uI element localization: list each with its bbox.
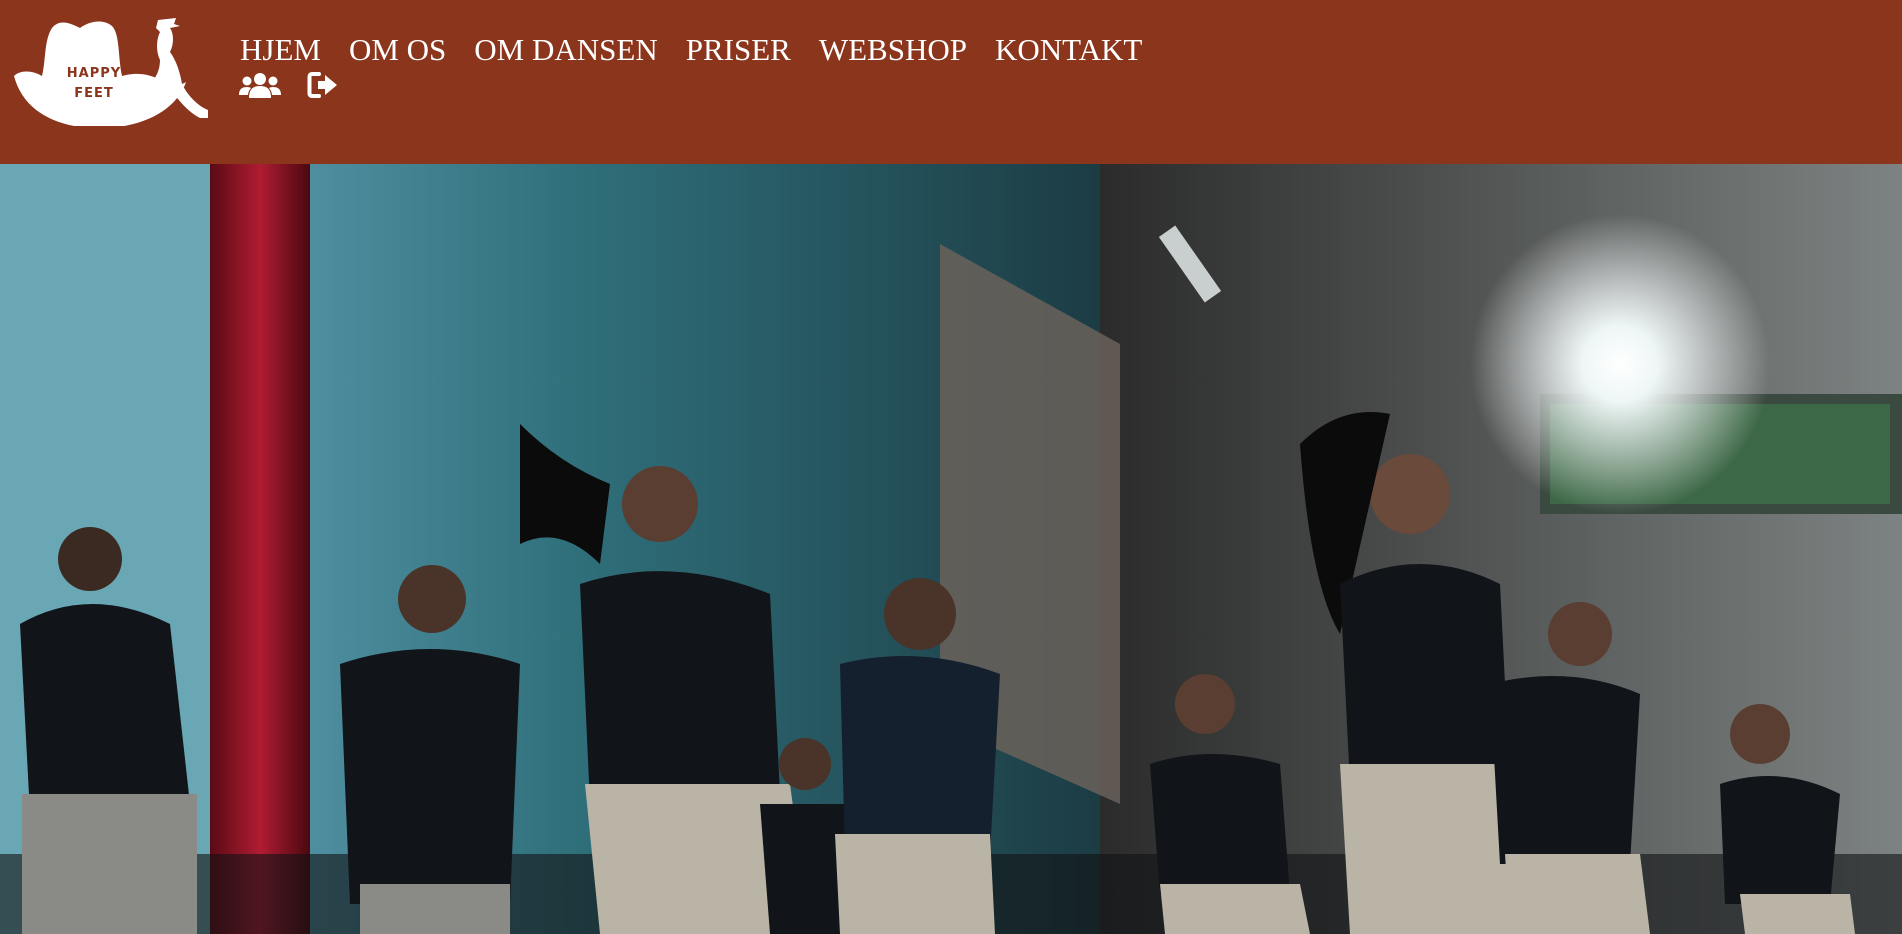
members-button[interactable]	[239, 71, 281, 104]
logo-line-2: FEET	[74, 86, 114, 101]
account-actions	[239, 71, 339, 104]
nav-om-dansen[interactable]: OM DANSEN	[474, 32, 657, 68]
logo-line-1: HAPPY	[67, 66, 121, 81]
happy-feet-logo[interactable]: HAPPY FEET	[10, 14, 212, 129]
nav-priser[interactable]: PRISER	[686, 32, 791, 68]
dancers-photo	[0, 164, 1902, 934]
sign-out-icon	[307, 72, 337, 98]
users-icon	[239, 73, 281, 98]
nav-kontakt[interactable]: KONTAKT	[995, 32, 1142, 68]
hero-image	[0, 164, 1902, 934]
nav-hjem[interactable]: HJEM	[240, 32, 321, 68]
main-navigation: HJEM OM OS OM DANSEN PRISER WEBSHOP KONT…	[240, 32, 1142, 68]
cowboy-hat-logo-icon: HAPPY FEET	[14, 18, 208, 129]
nav-webshop[interactable]: WEBSHOP	[819, 32, 967, 68]
nav-om-os[interactable]: OM OS	[349, 32, 446, 68]
site-header: HAPPY FEET HJEM OM OS OM DANSEN PRISER W…	[0, 0, 1902, 164]
logout-button[interactable]	[307, 71, 339, 104]
